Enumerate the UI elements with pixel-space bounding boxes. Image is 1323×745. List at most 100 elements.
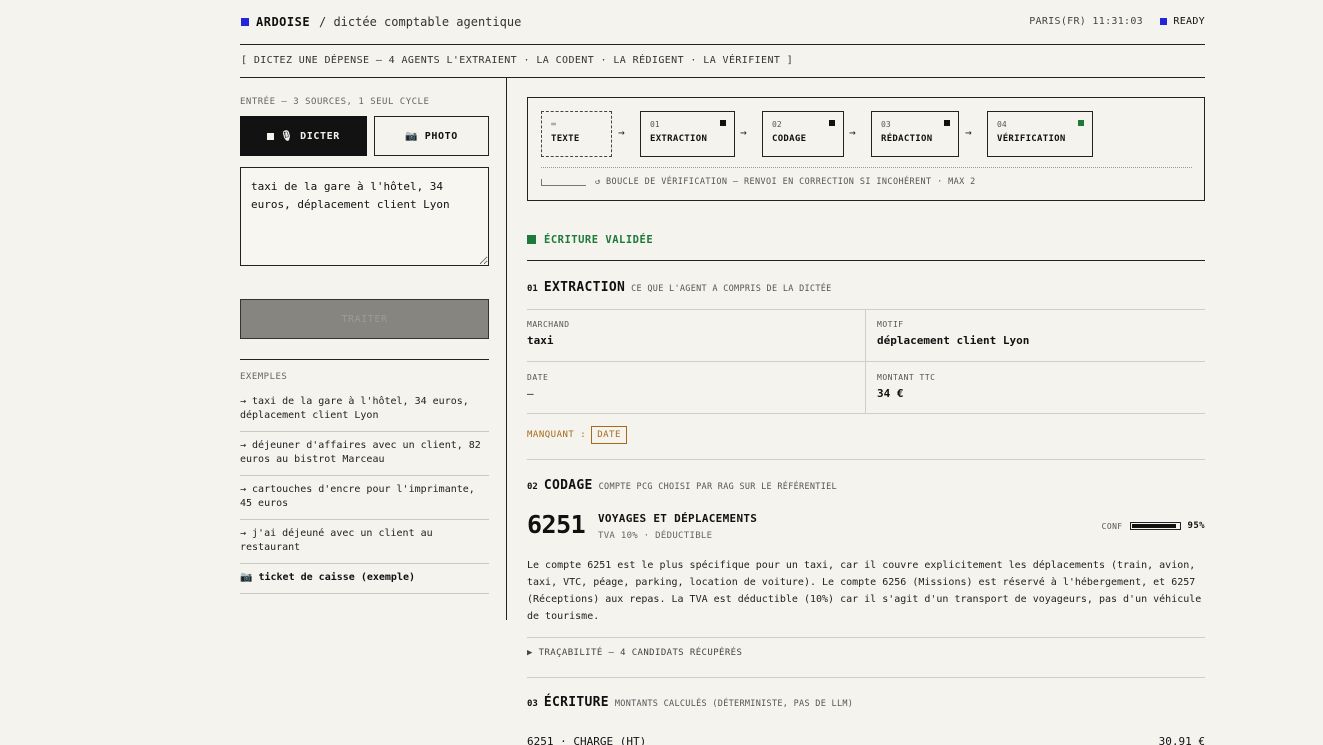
input-title: ENTRÉE — 3 SOURCES, 1 SEUL CYCLE [240,97,430,107]
section-desc: CE QUE L'AGENT A COMPRIS DE LA DICTÉE [631,284,832,294]
step-label: EXTRACTION [650,134,708,144]
step-number: 01 [650,120,660,129]
brand-name: ARDOISE [256,15,311,29]
check-square-icon [527,235,536,244]
divider [527,637,1205,638]
example-item[interactable]: → déjeuner d'affaires avec un client, 82… [240,432,489,476]
loop-bracket-icon [541,179,586,186]
account-title: VOYAGES ET DÉPLACEMENTS [598,512,758,525]
missing-label: MANQUANT : [527,430,587,440]
validation-text: ÉCRITURE VALIDÉE [544,234,654,246]
step-success-icon [1078,120,1084,126]
validation-status: ÉCRITURE VALIDÉE [527,234,653,246]
column-divider [506,78,507,620]
account-vat: TVA 10% · DÉDUCTIBLE [598,531,713,541]
divider [527,361,1205,362]
field-label: MARCHAND [527,320,570,329]
confidence-fill [1131,524,1177,528]
pipeline-step-codage: 02 CODAGE [762,111,844,157]
arrow-icon: → [849,126,856,139]
section-title: CODAGE [543,478,593,493]
tagline: [ DICTEZ UNE DÉPENSE — 4 AGENTS L'EXTRAI… [241,55,794,66]
step-number: 04 [997,120,1007,129]
examples-list: → taxi de la gare à l'hôtel, 34 euros, d… [240,390,489,594]
photo-label: 📷 PHOTO [405,130,458,142]
example-item[interactable]: → taxi de la gare à l'hôtel, 34 euros, d… [240,390,489,432]
missing-fields: MANQUANT : DATE [527,426,627,444]
field-date: DATE — [527,362,866,414]
divider [240,359,489,360]
step-label: RÉDACTION [881,134,933,144]
status-indicator-icon [1160,18,1167,25]
field-value: 34 € [877,387,904,400]
section-number: 01 [527,284,538,294]
arrow-icon: → [965,126,972,139]
step-status-icon [944,120,950,126]
step-label: CODAGE [772,134,807,144]
submit-button[interactable]: TRAITER [240,299,489,339]
account-explanation: Le compte 6251 est le plus spécifique po… [527,560,1202,622]
clock: PARIS(FR) 11:31:03 [1029,16,1143,27]
field-marchand: MARCHAND taxi [527,309,866,361]
step-number: 03 [881,120,891,129]
field-montant: MONTANT TTC 34 € [877,362,1216,414]
example-item[interactable]: → j'ai déjeuné avec un client au restaur… [240,520,489,564]
field-motif: MOTIF déplacement client Lyon [877,309,1216,361]
step-status-icon [720,120,726,126]
account-number: 6251 [527,510,586,539]
loop-caption: ↺ BOUCLE DE VÉRIFICATION — RENVOI EN COR… [595,177,976,187]
top-bar: ARDOISE / dictée comptable agentique PAR… [240,14,1205,32]
field-value: taxi [527,334,554,347]
missing-badge: DATE [591,426,627,444]
section-extraction-header: 01 EXTRACTION CE QUE L'AGENT A COMPRIS DE … [527,280,832,295]
divider [527,260,1205,261]
app: ARDOISE / dictée comptable agentique PAR… [240,0,1205,745]
section-title: EXTRACTION [543,280,626,295]
field-label: DATE [527,373,549,382]
status-text: READY [1173,16,1205,27]
dictate-button[interactable]: 🎙 DICTER [240,116,367,156]
pipeline-step-texte: ⌨ TEXTE [541,111,612,157]
step-label: VÉRIFICATION [997,134,1066,144]
field-value: déplacement client Lyon [877,334,1030,347]
confidence-value: 95% [1187,521,1205,531]
journal-line-amount: 30,91 € [1158,735,1205,745]
divider [240,77,1205,78]
divider [527,459,1205,460]
arrow-icon: → [740,126,747,139]
confidence-bar [1129,522,1181,530]
pipeline-step-extraction: 01 EXTRACTION [640,111,735,157]
brand-logo-icon [241,18,249,26]
step-label: TEXTE [551,134,580,144]
example-item[interactable]: → cartouches d'encre pour l'imprimante, … [240,476,489,520]
journal-line-label: 6251 · CHARGE (HT) [527,735,647,745]
examples-title: EXEMPLES [240,372,288,382]
section-ecriture-header: 03 ÉCRITURE MONTANTS CALCULÉS (DÉTERMINIST… [527,695,853,710]
dictation-input[interactable] [240,167,489,266]
keyboard-icon: ⌨ [551,120,556,129]
field-value: — [527,387,534,400]
section-desc: MONTANTS CALCULÉS (DÉTERMINISTE, PAS DE … [614,699,854,709]
step-number: 02 [772,120,782,129]
brand-subtitle: / dictée comptable agentique [319,15,522,29]
example-item-photo[interactable]: 📷 ticket de caisse (exemple) [240,564,489,594]
confidence-meter: CONF 95% [1102,521,1205,531]
divider [865,309,866,413]
divider [527,677,1205,678]
photo-button[interactable]: 📷 PHOTO [374,116,489,156]
pipeline-step-redaction: 03 RÉDACTION [871,111,959,157]
confidence-label: CONF [1101,521,1123,531]
section-number: 03 [527,699,538,709]
pipeline-step-verification: 04 VÉRIFICATION [987,111,1093,157]
traceability-toggle[interactable]: ▶ TRAÇABILITÉ — 4 CANDIDATS RÉCUPÉRÉS [527,648,742,658]
pipeline: ⌨ TEXTE → 01 EXTRACTION → 02 CODAGE → 03… [527,97,1205,201]
stop-icon [267,132,275,140]
section-number: 02 [527,482,538,492]
dictate-label: 🎙 DICTER [280,130,340,142]
field-label: MOTIF [877,320,904,329]
section-codage-header: 02 CODAGE COMPTE PCG CHOISI PAR RAG SUR LE… [527,478,837,493]
field-label: MONTANT TTC [877,373,936,382]
divider [240,44,1205,45]
journal-line: 6251 · CHARGE (HT) 30,91 € [527,735,1205,745]
divider [527,413,1205,414]
